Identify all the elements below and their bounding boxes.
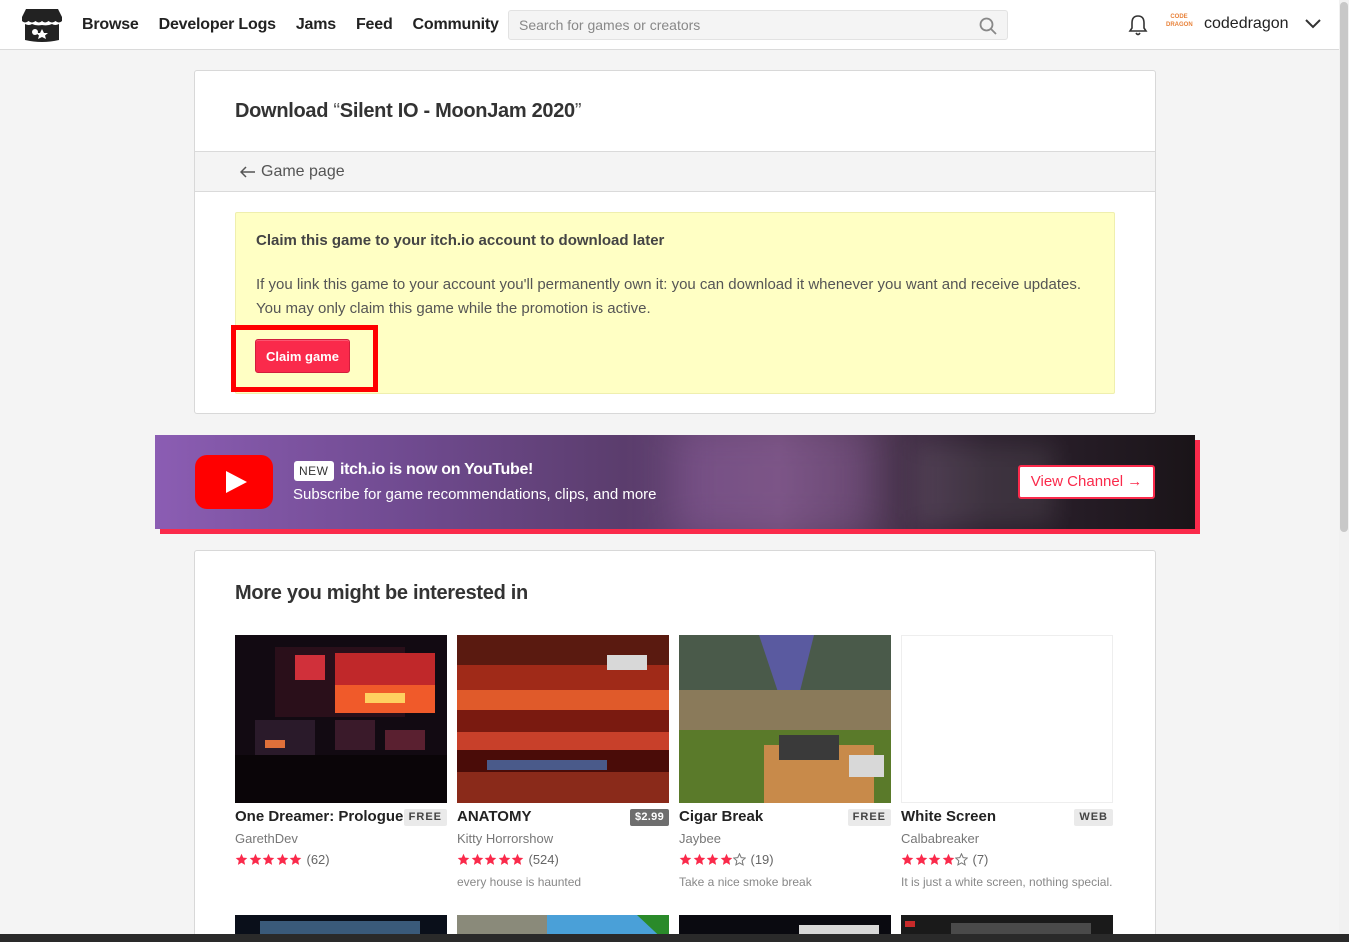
game-description: Take a nice smoke break: [679, 875, 812, 889]
rating-count: (524): [528, 852, 559, 867]
breadcrumb: Game page: [195, 151, 1155, 192]
game-thumbnail[interactable]: [679, 635, 891, 803]
game-title-row: Cigar Break FREE: [679, 808, 891, 828]
rating-count: (7): [972, 852, 989, 867]
banner-subtitle: Subscribe for game recommendations, clip…: [293, 486, 657, 503]
star-filled-icon: [915, 853, 927, 865]
game-thumbnail[interactable]: [235, 635, 447, 803]
game-thumbnail[interactable]: [457, 635, 669, 803]
top-header: Browse Developer Logs Jams Feed Communit…: [0, 0, 1339, 50]
game-description: It is just a white screen, nothing speci…: [901, 875, 1113, 889]
star-filled-icon: [471, 853, 483, 865]
game-author[interactable]: Jaybee: [679, 831, 721, 846]
youtube-logo-icon: [195, 455, 273, 509]
game-author[interactable]: Kitty Horrorshow: [457, 831, 553, 846]
claim-description: If you link this game to your account yo…: [256, 276, 1081, 317]
game-author[interactable]: GarethDev: [235, 831, 298, 846]
scrollbar-thumb[interactable]: [1340, 2, 1348, 532]
star-filled-icon: [720, 853, 732, 865]
recommendations-card: More you might be interested in One Drea…: [194, 550, 1156, 942]
nav-developer-logs[interactable]: Developer Logs: [159, 16, 276, 34]
itch-logo-icon[interactable]: [22, 7, 62, 43]
star-rating: [679, 853, 747, 866]
star-empty-icon: [733, 853, 746, 866]
star-filled-icon: [276, 853, 288, 865]
game-title-row: White Screen WEB: [901, 808, 1113, 828]
game-rating: (7): [901, 852, 988, 867]
star-filled-icon: [928, 853, 941, 865]
star-filled-icon: [901, 853, 914, 865]
star-empty-icon: [955, 853, 968, 866]
game-cell: White Screen WEB Calbabreaker (7) It is …: [901, 635, 1113, 889]
star-filled-icon: [484, 853, 497, 865]
main-nav: Browse Developer Logs Jams Feed Communit…: [82, 0, 519, 50]
youtube-banner[interactable]: NEW itch.io is now on YouTube! Subscribe…: [155, 435, 1195, 529]
game-rating: (62): [235, 852, 330, 867]
game-page-link[interactable]: Game page: [240, 163, 345, 181]
game-rating: (19): [679, 852, 774, 867]
star-rating: [457, 853, 525, 866]
star-filled-icon: [457, 853, 470, 865]
username[interactable]: codedragon: [1204, 15, 1289, 33]
star-filled-icon: [498, 853, 510, 865]
search-box: [508, 10, 1008, 40]
banner-bg-blur: [675, 435, 875, 529]
game-cell: ANATOMY $2.99 Kitty Horrorshow (524) eve…: [457, 635, 669, 889]
chevron-down-icon[interactable]: [1304, 17, 1322, 31]
star-filled-icon: [706, 853, 719, 865]
game-title-row: One Dreamer: Prologue FREE: [235, 808, 447, 828]
search-icon[interactable]: [979, 17, 997, 35]
game-author[interactable]: Calbabreaker: [901, 831, 979, 846]
game-cell: One Dreamer: Prologue FREE GarethDev (62…: [235, 635, 447, 867]
star-filled-icon: [679, 853, 692, 865]
rating-count: (62): [306, 852, 330, 867]
price-badge: WEB: [1074, 809, 1113, 826]
nav-jams[interactable]: Jams: [296, 16, 336, 34]
nav-feed[interactable]: Feed: [356, 16, 393, 34]
star-rating: [235, 853, 303, 866]
game-title-row: ANATOMY $2.99: [457, 808, 669, 828]
game-thumbnail[interactable]: [901, 635, 1113, 803]
game-cell: Cigar Break FREE Jaybee (19) Take a nice…: [679, 635, 891, 889]
claim-game-button[interactable]: Claim game: [255, 339, 350, 373]
new-badge: NEW: [294, 461, 334, 481]
star-filled-icon: [511, 853, 524, 865]
avatar[interactable]: CODE DRAGON: [1166, 13, 1193, 37]
notification-bell-icon[interactable]: [1128, 14, 1148, 36]
star-filled-icon: [942, 853, 954, 865]
game-page-link-label: Game page: [261, 163, 345, 180]
title-prefix: Download: [235, 100, 334, 122]
game-title[interactable]: Cigar Break: [679, 808, 763, 825]
nav-browse[interactable]: Browse: [82, 16, 139, 34]
price-badge: $2.99: [629, 809, 669, 826]
star-filled-icon: [249, 853, 261, 865]
star-filled-icon: [289, 853, 302, 865]
claim-heading: Claim this game to your itch.io account …: [256, 232, 665, 249]
taskbar: [0, 934, 1349, 942]
title-game-name: Silent IO - MoonJam 2020: [339, 100, 575, 122]
rating-count: (19): [750, 852, 774, 867]
star-filled-icon: [235, 853, 248, 865]
download-card: Download “Silent IO - MoonJam 2020” Game…: [194, 70, 1156, 414]
star-rating: [901, 853, 969, 866]
banner-title: itch.io is now on YouTube!: [340, 461, 534, 478]
price-badge: FREE: [847, 809, 891, 826]
nav-community[interactable]: Community: [413, 16, 499, 34]
game-title[interactable]: ANATOMY: [457, 808, 531, 825]
star-filled-icon: [693, 853, 705, 865]
star-filled-icon: [262, 853, 275, 865]
game-title[interactable]: White Screen: [901, 808, 996, 825]
game-description: every house is haunted: [457, 875, 582, 889]
view-channel-button[interactable]: View Channel →: [1018, 465, 1155, 499]
title-close-quote: ”: [574, 100, 582, 122]
game-title[interactable]: One Dreamer: Prologue: [235, 808, 403, 825]
game-rating: (524): [457, 852, 559, 867]
page-title: Download “Silent IO - MoonJam 2020”: [235, 100, 582, 123]
recommendations-heading: More you might be interested in: [235, 582, 528, 604]
price-badge: FREE: [403, 809, 447, 826]
page-scrollbar[interactable]: [1339, 0, 1349, 942]
search-input[interactable]: [509, 11, 1007, 39]
